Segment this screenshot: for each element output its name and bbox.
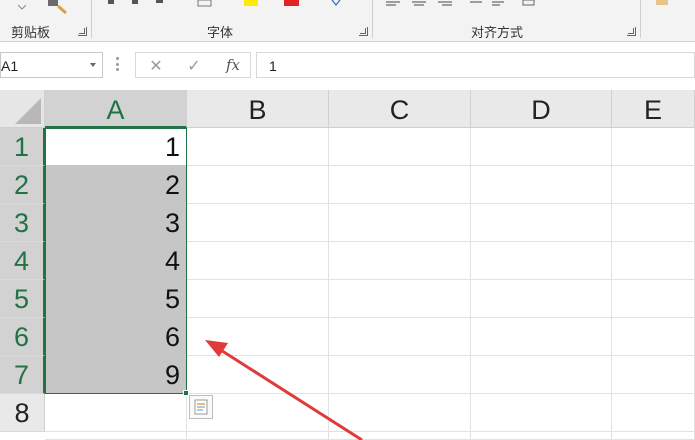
column-header-e[interactable]: E <box>612 90 695 128</box>
cell-a3[interactable]: 3 <box>45 204 187 242</box>
column-header-d[interactable]: D <box>471 90 612 128</box>
cell-b6[interactable] <box>187 318 329 356</box>
formula-input[interactable]: 1 <box>256 52 695 78</box>
formula-buttons: ✕ ✓ fx <box>135 52 251 78</box>
cell-a6[interactable]: 6 <box>45 318 187 356</box>
cell-d6[interactable] <box>471 318 612 356</box>
select-all-triangle-icon <box>15 98 41 124</box>
cell-d8[interactable] <box>471 394 612 432</box>
cancel-icon[interactable]: ✕ <box>146 56 166 76</box>
cell-c8[interactable] <box>329 394 471 432</box>
cell-c7[interactable] <box>329 356 471 394</box>
cell-c6[interactable] <box>329 318 471 356</box>
highlight-color-icon[interactable] <box>242 0 262 8</box>
cell-a7[interactable]: 9 <box>45 356 187 394</box>
cell-a4[interactable]: 4 <box>45 242 187 280</box>
cell-b3[interactable] <box>187 204 329 242</box>
row-header-7[interactable]: 7 <box>0 356 45 394</box>
cell-d7[interactable] <box>471 356 612 394</box>
cell-c1[interactable] <box>329 128 471 166</box>
cell-c3[interactable] <box>329 204 471 242</box>
cell-a9[interactable] <box>45 432 187 440</box>
row-header-8[interactable]: 8 <box>0 394 45 432</box>
cell-e3[interactable] <box>612 204 695 242</box>
cell-d2[interactable] <box>471 166 612 204</box>
worksheet-grid: A B C D E 1 2 3 4 5 6 7 8 1 2 3 4 5 6 9 <box>0 90 695 440</box>
format-painter-icon[interactable] <box>44 0 68 14</box>
cell-c5[interactable] <box>329 280 471 318</box>
ribbon: 剪贴板 字体 对齐方式 <box>0 0 695 42</box>
formula-bar-resize-handle-icon[interactable] <box>116 57 119 71</box>
font-dialog-launcher-icon[interactable] <box>359 27 368 36</box>
alignment-dialog-launcher-icon[interactable] <box>627 27 636 36</box>
row-header-1[interactable]: 1 <box>0 128 45 166</box>
merge-center-icon[interactable] <box>522 0 536 8</box>
row-header-2[interactable]: 2 <box>0 166 45 204</box>
cell-a8[interactable] <box>45 394 187 432</box>
align-buttons-icon[interactable] <box>384 0 514 8</box>
select-all-button[interactable] <box>0 90 45 128</box>
name-box[interactable]: A1 <box>0 52 103 78</box>
enter-icon[interactable]: ✓ <box>184 56 204 76</box>
cell-d5[interactable] <box>471 280 612 318</box>
border-icon[interactable] <box>197 0 213 8</box>
cell-e4[interactable] <box>612 242 695 280</box>
column-header-b[interactable]: B <box>187 90 329 128</box>
quick-analysis-icon <box>194 399 208 415</box>
cell-c9[interactable] <box>329 432 471 440</box>
cell-c2[interactable] <box>329 166 471 204</box>
cell-d1[interactable] <box>471 128 612 166</box>
clipboard-dialog-launcher-icon[interactable] <box>78 27 87 36</box>
cell-b9[interactable] <box>187 432 329 440</box>
ribbon-separator <box>91 0 92 38</box>
font-color-icon[interactable] <box>282 0 302 8</box>
font-style-icon[interactable] <box>104 0 164 8</box>
dropdown-arrow-icon[interactable] <box>18 4 26 10</box>
cell-a5[interactable]: 5 <box>45 280 187 318</box>
cell-e2[interactable] <box>612 166 695 204</box>
column-header-c[interactable]: C <box>329 90 471 128</box>
cell-d3[interactable] <box>471 204 612 242</box>
cell-c4[interactable] <box>329 242 471 280</box>
cell-e5[interactable] <box>612 280 695 318</box>
cell-b2[interactable] <box>187 166 329 204</box>
quick-analysis-button[interactable] <box>189 395 213 419</box>
ribbon-separator <box>372 0 373 38</box>
cell-e7[interactable] <box>612 356 695 394</box>
cell-a1[interactable]: 1 <box>45 128 187 166</box>
cell-b4[interactable] <box>187 242 329 280</box>
cell-e1[interactable] <box>612 128 695 166</box>
cell-d4[interactable] <box>471 242 612 280</box>
column-header-a[interactable]: A <box>45 90 187 128</box>
cell-b5[interactable] <box>187 280 329 318</box>
excel-window: 剪贴板 字体 对齐方式 A1 ✕ ✓ fx 1 A B C D E 1 2 3 … <box>0 0 695 440</box>
formula-bar: A1 ✕ ✓ fx 1 <box>0 42 695 90</box>
name-box-value: A1 <box>1 58 19 74</box>
alignment-group-label: 对齐方式 <box>471 26 524 41</box>
clipboard-group-label: 剪贴板 <box>11 26 51 41</box>
cell-e8[interactable] <box>612 394 695 432</box>
cell-b1[interactable] <box>187 128 329 166</box>
cell-a2[interactable]: 2 <box>45 166 187 204</box>
cell-e6[interactable] <box>612 318 695 356</box>
number-format-icon[interactable] <box>654 0 674 8</box>
phonetic-guide-icon[interactable] <box>330 0 344 8</box>
font-group-label: 字体 <box>207 26 234 41</box>
row-header-6[interactable]: 6 <box>0 318 45 356</box>
row-header-3[interactable]: 3 <box>0 204 45 242</box>
row-header-5[interactable]: 5 <box>0 280 45 318</box>
insert-function-button[interactable]: fx <box>222 56 244 76</box>
formula-text: 1 <box>269 58 277 74</box>
row-header-4[interactable]: 4 <box>0 242 45 280</box>
cell-e9[interactable] <box>612 432 695 440</box>
cell-d9[interactable] <box>471 432 612 440</box>
cell-b7[interactable] <box>187 356 329 394</box>
name-box-dropdown-icon[interactable] <box>90 63 96 67</box>
ribbon-separator <box>640 0 641 38</box>
